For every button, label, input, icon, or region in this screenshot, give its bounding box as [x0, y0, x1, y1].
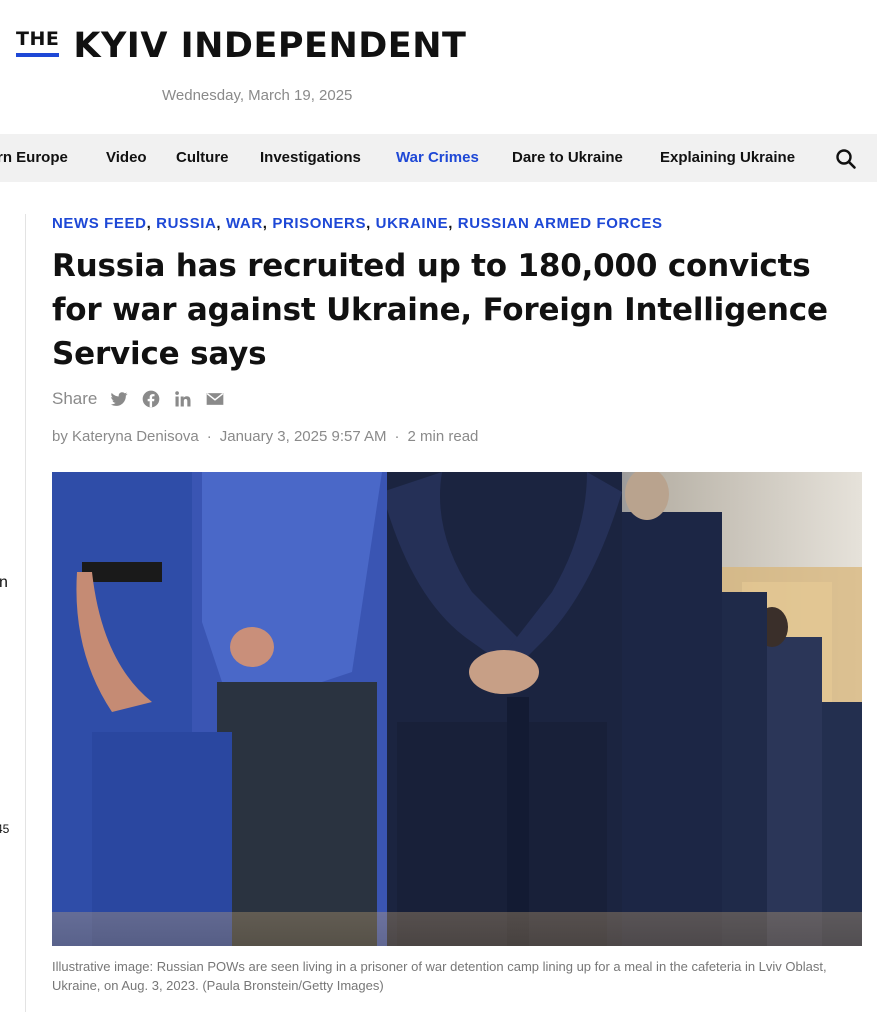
search-button[interactable] — [835, 148, 857, 170]
logo-name: KYIV INDEPENDENT — [73, 26, 467, 66]
tag-russian-armed-forces[interactable]: RUSSIAN ARMED FORCES — [458, 215, 663, 232]
article-hero-image — [52, 472, 862, 946]
read-time: 2 min read — [407, 428, 479, 445]
linkedin-icon[interactable] — [173, 389, 193, 409]
email-icon[interactable] — [205, 389, 225, 409]
tag-ukraine[interactable]: UKRAINE — [376, 215, 449, 232]
tag-russia[interactable]: RUSSIA — [156, 215, 216, 232]
tag-prisoners[interactable]: PRISONERS — [272, 215, 366, 232]
nav-item-video[interactable]: Video — [106, 149, 147, 166]
logo-prefix: THE — [16, 29, 60, 57]
left-rail-text-fragment: n — [0, 574, 8, 591]
nav-item-investigations[interactable]: Investigations — [260, 149, 361, 166]
nav-item-culture[interactable]: Culture — [176, 149, 229, 166]
share-label: Share — [52, 389, 98, 408]
page: THE KYIV INDEPENDENT Wednesday, March 19… — [0, 0, 877, 1012]
tag-news-feed[interactable]: NEWS FEED — [52, 215, 147, 232]
tag-war[interactable]: WAR — [226, 215, 263, 232]
current-date: Wednesday, March 19, 2025 — [162, 87, 353, 104]
author-link[interactable]: by Kateryna Denisova — [52, 428, 199, 445]
facebook-icon[interactable] — [141, 389, 161, 409]
nav-item-war-crimes[interactable]: War Crimes — [396, 149, 479, 166]
nav-item-eastern-europe[interactable]: rn Europe — [0, 149, 68, 166]
article-headline: Russia has recruited up to 180,000 convi… — [52, 248, 828, 372]
hero-photo-illustration — [52, 472, 862, 946]
share-bar: Share — [52, 389, 225, 409]
site-logo[interactable]: THE KYIV INDEPENDENT — [16, 26, 466, 66]
publish-datetime: January 3, 2025 9:57 AM — [219, 428, 387, 445]
byline-separator: · — [206, 428, 212, 445]
left-rail-divider — [25, 214, 26, 1012]
nav-item-dare-to-ukraine[interactable]: Dare to Ukraine — [512, 149, 623, 166]
twitter-icon[interactable] — [109, 389, 129, 409]
article-byline: by Kateryna Denisova · January 3, 2025 9:5… — [52, 428, 478, 445]
byline-separator: · — [394, 428, 400, 445]
image-caption: Illustrative image: Russian POWs are see… — [52, 959, 827, 993]
nav-item-explaining-ukraine[interactable]: Explaining Ukraine — [660, 149, 795, 166]
main-nav: rn Europe Video Culture Investigations W… — [0, 134, 877, 182]
search-icon — [836, 149, 856, 169]
left-rail-number-fragment: 45 — [0, 822, 10, 836]
article-tags: NEWS FEED, RUSSIA, WAR, PRISONERS, UKRAI… — [52, 215, 663, 232]
